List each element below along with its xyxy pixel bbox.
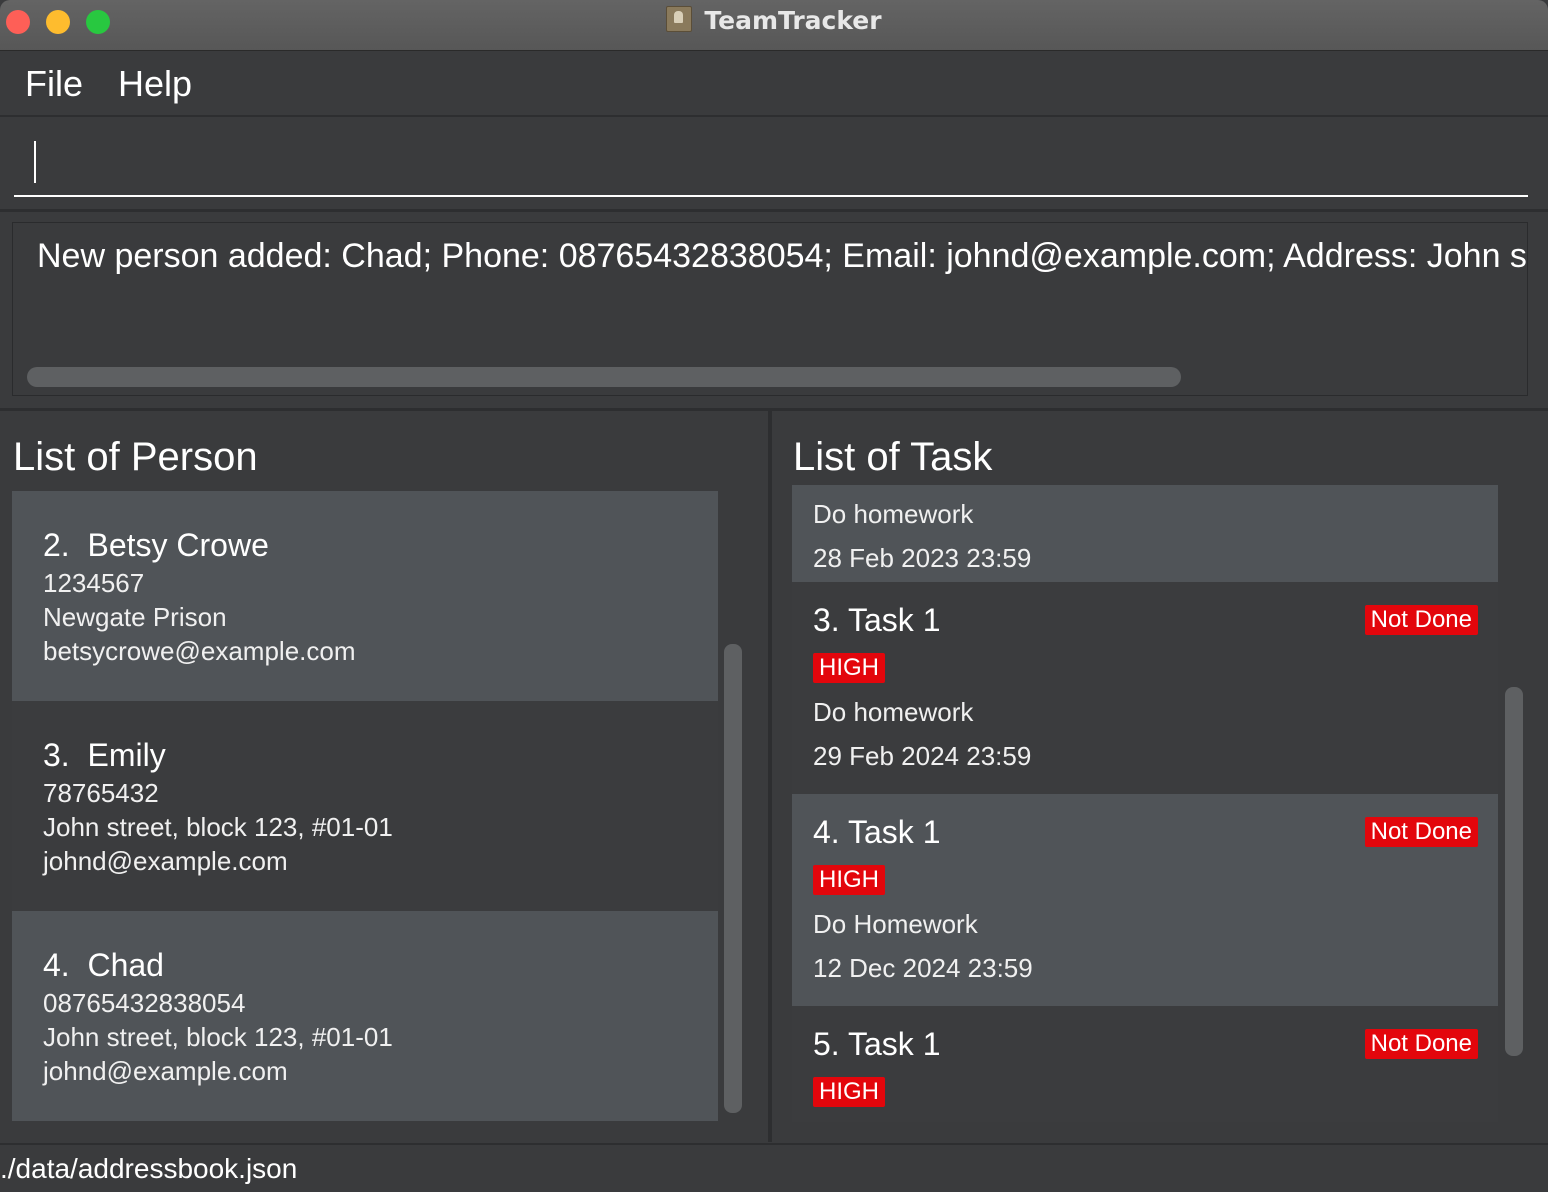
person-name-row: 3. Emily xyxy=(43,737,166,774)
task-priority-badge: HIGH xyxy=(813,653,885,683)
person-list-panel: List of Person 2. Betsy Crowe 1234567 Ne… xyxy=(0,411,768,1142)
task-status-badge: Not Done xyxy=(1364,817,1478,847)
person-name-row: 4. Chad xyxy=(43,947,164,984)
task-list[interactable]: Do homework 28 Feb 2023 23:59 3. Task 1 … xyxy=(792,485,1498,1122)
task-list-scrollbar[interactable] xyxy=(1505,687,1523,1056)
app-icon xyxy=(666,6,693,32)
task-status-badge: Not Done xyxy=(1364,605,1478,635)
person-index: 3. xyxy=(43,737,70,773)
command-input[interactable] xyxy=(14,131,1528,197)
result-box[interactable]: New person added: Chad; Phone: 087654328… xyxy=(12,222,1528,396)
save-location: ./data/addressbook.json xyxy=(0,1153,298,1184)
result-display: New person added: Chad; Phone: 087654328… xyxy=(0,212,1548,411)
menu-bar: File Help xyxy=(0,51,1548,117)
person-index: 4. xyxy=(43,947,70,983)
task-status-badge: Not Done xyxy=(1364,1029,1478,1059)
person-phone: 08765432838054 xyxy=(43,988,246,1018)
person-phone: 1234567 xyxy=(43,568,145,598)
task-card[interactable]: 5. Task 1 Not Done HIGH xyxy=(792,1006,1498,1122)
task-priority-badge: HIGH xyxy=(813,1077,885,1107)
command-box xyxy=(0,117,1548,212)
status-bar: ./data/addressbook.json xyxy=(0,1143,1548,1192)
task-description: Do homework xyxy=(813,499,974,529)
task-description: Do homework xyxy=(813,697,974,727)
task-deadline: 29 Feb 2024 23:59 xyxy=(813,741,1032,771)
task-priority-badge: HIGH xyxy=(813,865,885,895)
person-card[interactable]: 4. Chad 08765432838054 John street, bloc… xyxy=(12,911,718,1121)
task-list-panel: List of Task Do homework 28 Feb 2023 23:… xyxy=(772,411,1548,1142)
task-name: 4. Task 1 xyxy=(813,814,941,850)
window-title-group: TeamTracker xyxy=(0,6,1548,35)
person-name: Chad xyxy=(87,947,164,983)
person-email: johnd@example.com xyxy=(43,846,288,876)
person-name-row: 2. Betsy Crowe xyxy=(43,527,269,564)
task-name: 5. Task 1 xyxy=(813,1026,941,1062)
person-address: John street, block 123, #01-01 xyxy=(43,812,393,842)
task-card[interactable]: Do homework 28 Feb 2023 23:59 xyxy=(792,485,1498,582)
person-email: betsycrowe@example.com xyxy=(43,636,356,666)
task-name: 3. Task 1 xyxy=(813,602,941,638)
task-deadline: 12 Dec 2024 23:59 xyxy=(813,953,1033,983)
person-address: Newgate Prison xyxy=(43,602,227,632)
person-name: Betsy Crowe xyxy=(87,527,269,563)
task-card[interactable]: 4. Task 1 Not Done HIGH Do Homework 12 D… xyxy=(792,794,1498,1006)
task-card[interactable]: 3. Task 1 Not Done HIGH Do homework 29 F… xyxy=(792,582,1498,794)
person-list-title: List of Person xyxy=(13,435,258,479)
task-deadline: 28 Feb 2023 23:59 xyxy=(813,543,1032,573)
person-card[interactable]: 2. Betsy Crowe 1234567 Newgate Prison be… xyxy=(12,491,718,701)
person-address: John street, block 123, #01-01 xyxy=(43,1022,393,1052)
result-text: New person added: Chad; Phone: 087654328… xyxy=(37,237,1527,275)
person-email: johnd@example.com xyxy=(43,1056,288,1086)
person-list[interactable]: 2. Betsy Crowe 1234567 Newgate Prison be… xyxy=(12,485,718,1122)
title-bar: TeamTracker xyxy=(0,0,1548,51)
text-caret xyxy=(34,141,36,183)
task-list-title: List of Task xyxy=(793,435,993,479)
person-card[interactable]: 3. Emily 78765432 John street, block 123… xyxy=(12,701,718,911)
menu-help[interactable]: Help xyxy=(118,63,192,105)
person-name: Emily xyxy=(87,737,166,773)
person-index: 2. xyxy=(43,527,70,563)
menu-file[interactable]: File xyxy=(25,63,83,105)
task-description: Do Homework xyxy=(813,909,978,939)
window-title: TeamTracker xyxy=(704,6,882,35)
person-list-scrollbar[interactable] xyxy=(724,644,742,1113)
person-phone: 78765432 xyxy=(43,778,159,808)
result-horizontal-scrollbar[interactable] xyxy=(27,367,1181,387)
